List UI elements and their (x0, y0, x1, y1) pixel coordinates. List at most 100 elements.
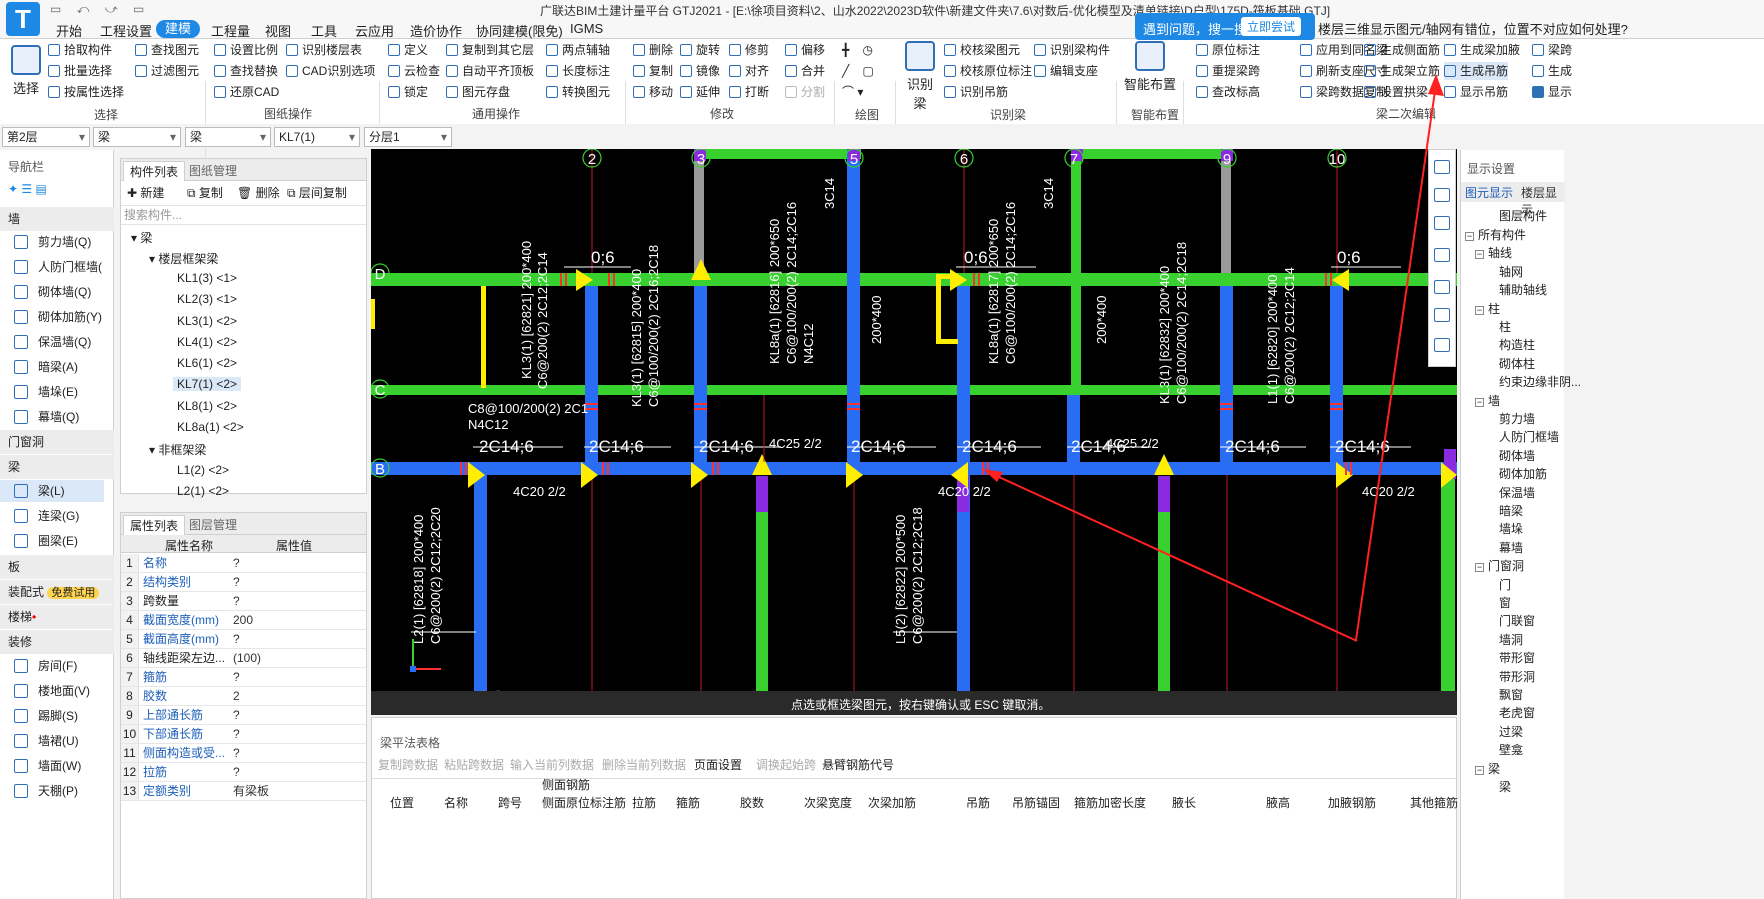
nav-item-hidden-beam[interactable]: 暗梁(A) (14, 356, 78, 378)
layer-item[interactable]: 老虎窗 (1499, 704, 1535, 721)
layer-item[interactable]: − 所有构件 (1465, 226, 1526, 243)
move-button[interactable]: 移动 (633, 83, 673, 101)
table-column-header[interactable]: 次梁加筋 (868, 794, 916, 811)
menu-igms[interactable]: IGMS (570, 21, 603, 36)
view-box-icon[interactable] (1434, 216, 1450, 230)
cloud-check-button[interactable]: 云检查 (388, 62, 440, 80)
find-replace-button[interactable]: 查找替换 (214, 62, 278, 80)
menu-cost-collab[interactable]: 造价协作 (410, 21, 462, 40)
layer-item[interactable]: 砌体加筋 (1499, 465, 1547, 482)
table-column-header[interactable]: 位置 (390, 794, 414, 811)
property-value[interactable]: 2 (233, 687, 240, 705)
menu-project-settings[interactable]: 工程设置 (100, 21, 152, 40)
layer-item[interactable]: 剪力墙 (1499, 410, 1535, 427)
menu-tools[interactable]: 工具 (311, 21, 337, 40)
component-select[interactable]: KL7(1) (274, 127, 360, 147)
gen-side-bar-button[interactable]: 生成侧面筋 (1364, 41, 1440, 59)
property-row[interactable]: 5 截面高度(mm)? (121, 630, 366, 649)
view-fit-icon[interactable] (1434, 280, 1450, 294)
collapse-icon[interactable]: − (1475, 765, 1484, 775)
lock-button[interactable]: 锁定 (388, 83, 428, 101)
view-layer-icon[interactable] (1434, 308, 1450, 322)
nav-item-floor[interactable]: 楼地面(V) (14, 680, 90, 702)
try-now-button[interactable]: 立即尝试 (1241, 17, 1302, 36)
beam-plan-drawing[interactable]: 2 3 5 6 7 9 10 D C B 4 8 0;6 0;6 0;6 2C1… (371, 149, 1457, 715)
save-element-button[interactable]: 图元存盘 (446, 83, 510, 101)
layer-item[interactable]: 梁 (1499, 778, 1511, 795)
layer-item[interactable]: 砌体柱 (1499, 355, 1535, 372)
nav-item-civil-defense-wall[interactable]: 人防门框墙( (14, 256, 102, 278)
component-search-input[interactable]: 搜索构件... (121, 205, 366, 225)
property-row[interactable]: 1 名称? (121, 554, 366, 573)
nav-slab-header[interactable]: 板 (0, 555, 114, 579)
layer-item[interactable]: 保温墙 (1499, 484, 1535, 501)
nav-item-ring-beam[interactable]: 圈梁(E) (14, 530, 78, 552)
identify-beam-component-button[interactable]: 识别梁构件 (1034, 41, 1110, 59)
nav-item-insulation-wall[interactable]: 保温墙(Q) (14, 331, 91, 353)
copy-to-other-floor-button[interactable]: 复制到其它层 (446, 41, 534, 59)
layer-item[interactable]: − 柱 (1475, 300, 1500, 317)
copy-component-button[interactable]: ⧉ 复制 (187, 184, 223, 201)
break-button[interactable]: 打断 (729, 83, 769, 101)
table-column-header[interactable]: 箍筋加密长度 (1074, 794, 1146, 811)
layer-item[interactable]: 带形窗 (1499, 649, 1535, 666)
property-row[interactable]: 4 截面宽度(mm) 200 (121, 611, 366, 630)
check-elevation-button[interactable]: 查改标高 (1196, 83, 1260, 101)
in-situ-annotation-button[interactable]: 原位标注 (1196, 41, 1260, 59)
property-value[interactable]: ? (233, 763, 240, 781)
nav-door-header[interactable]: 门窗洞 (0, 430, 114, 454)
convert-element-button[interactable]: 转换图元 (546, 83, 610, 101)
display-checkbox[interactable]: 显示 (1532, 83, 1572, 101)
property-value[interactable]: ? (233, 554, 240, 572)
split-button[interactable]: 分割 (785, 83, 825, 101)
nav-item-masonry-wall[interactable]: 砌体墙(Q) (14, 281, 91, 303)
edit-support-button[interactable]: 编辑支座 (1034, 62, 1098, 80)
table-column-header[interactable]: 腋长 (1172, 794, 1196, 811)
property-value[interactable]: ? (233, 668, 240, 686)
gen-haunch-button[interactable]: 生成梁加腋 (1444, 41, 1520, 59)
tree-item[interactable]: L1(2) <2> (177, 463, 229, 477)
nav-deco-header[interactable]: 装修 (0, 630, 114, 654)
layer-item[interactable]: 人防门框墙 (1499, 428, 1559, 445)
property-value[interactable]: ? (233, 706, 240, 724)
set-arch-beam-button[interactable]: 设置拱梁 (1364, 83, 1428, 101)
nav-item-beam[interactable]: 梁(L) (0, 480, 104, 502)
property-value[interactable]: 有梁板 (233, 782, 269, 800)
identify-beam-button[interactable]: 识别梁 (903, 41, 937, 112)
table-column-header[interactable]: 次梁宽度 (804, 794, 852, 811)
property-value[interactable]: 200 (233, 611, 253, 629)
identify-floor-table-button[interactable]: 识别楼层表 (286, 41, 362, 59)
tree-item[interactable]: KL8a(1) <2> (177, 420, 244, 434)
find-element-button[interactable]: 查找图元 (135, 41, 199, 59)
layer-item[interactable]: 飘窗 (1499, 686, 1523, 703)
nav-item-skirting[interactable]: 踢脚(S) (14, 705, 78, 727)
layer-item[interactable]: 轴网 (1499, 263, 1523, 280)
view-cube-icon[interactable] (1434, 248, 1450, 262)
tree-root-beam[interactable]: ▾ 梁 (131, 229, 152, 246)
property-row[interactable]: 8 胶数 2 (121, 687, 366, 706)
menu-cloud[interactable]: 云应用 (355, 21, 394, 40)
table-column-header[interactable]: 腋高 (1266, 794, 1290, 811)
view-3d-icon[interactable] (1434, 188, 1450, 202)
tree-item[interactable]: KL4(1) <2> (177, 335, 237, 349)
delete-component-button[interactable]: 🗑 删除 (237, 184, 280, 201)
layer-item[interactable]: 辅助轴线 (1499, 281, 1547, 298)
table-column-header[interactable]: 胶数 (740, 794, 764, 811)
restore-cad-button[interactable]: 还原CAD (214, 83, 279, 101)
check-beam-element-button[interactable]: 校核梁图元 (944, 41, 1020, 59)
table-toolbar-button[interactable]: 复制跨数据 (378, 756, 438, 773)
rotate-button[interactable]: 旋转 (680, 41, 720, 59)
layer-item[interactable]: 砌体墙 (1499, 447, 1535, 464)
table-column-header[interactable]: 侧面原位标注筋 (542, 794, 626, 811)
tree-item[interactable]: L2(1) <2> (177, 484, 229, 498)
table-toolbar-button[interactable]: 输入当前列数据 (510, 756, 594, 773)
copy-between-floors-button[interactable]: ⧉ 层间复制 (287, 184, 347, 201)
tree-item[interactable]: KL3(1) <2> (177, 314, 237, 328)
table-column-header[interactable]: 加腋钢筋 (1328, 794, 1376, 811)
layer-item[interactable]: 门联窗 (1499, 612, 1535, 629)
nav-item-wall-pier[interactable]: 墙垛(E) (14, 381, 78, 403)
layer-item[interactable]: 墙垛 (1499, 520, 1523, 537)
collapse-icon[interactable]: − (1475, 397, 1484, 407)
table-column-header[interactable]: 箍筋 (676, 794, 700, 811)
re-extract-span-button[interactable]: 重提梁跨 (1196, 62, 1260, 80)
